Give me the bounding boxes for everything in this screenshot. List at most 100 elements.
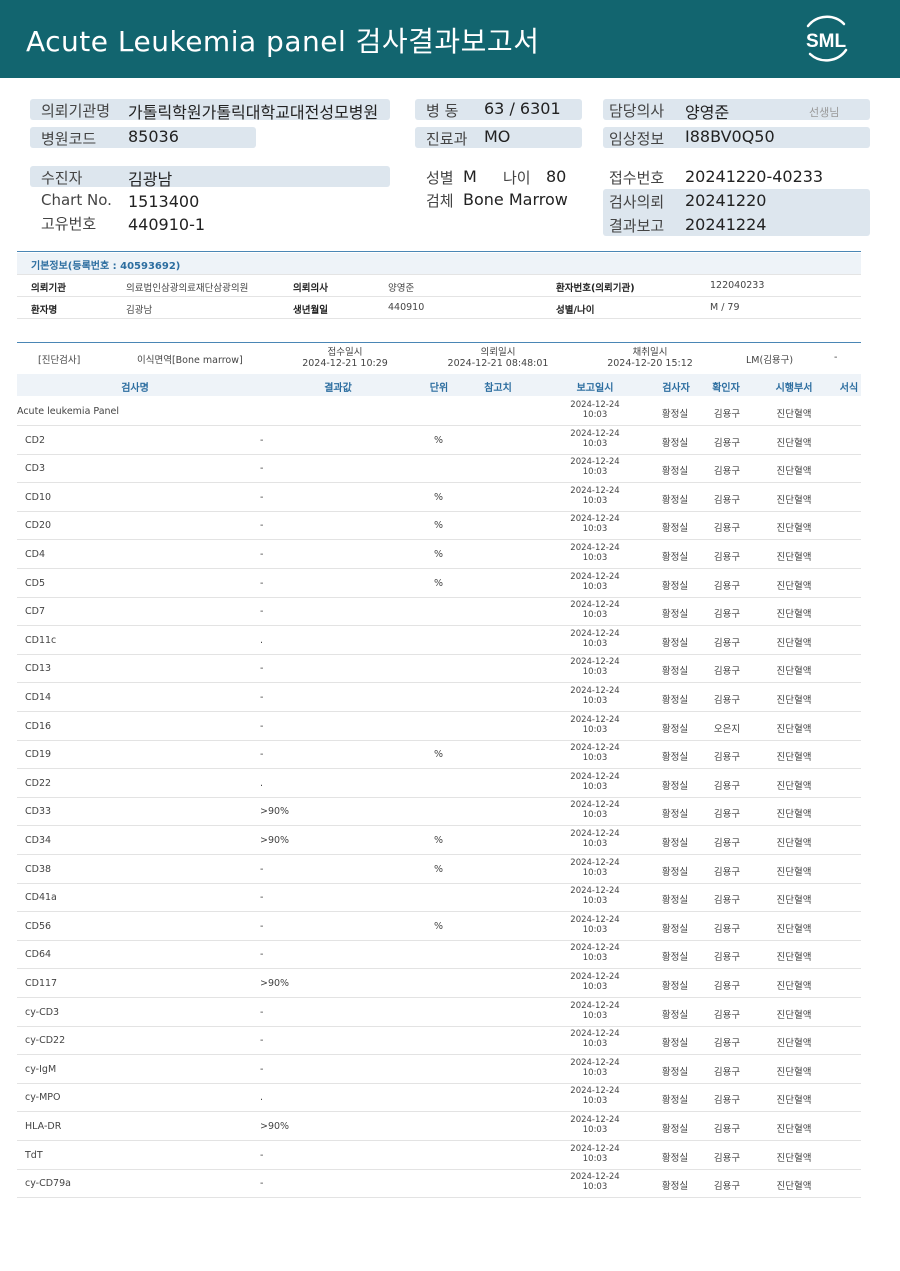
col-test: 검사명	[121, 383, 149, 394]
checker-name: 김용구	[713, 609, 741, 621]
result-value: -	[260, 520, 264, 532]
report-time: 10:03	[582, 638, 608, 649]
table-row: CD11c. 2024-12-24 10:03 황정실 김용구 진단혈액	[17, 626, 861, 655]
table-row: CD34 >90%% 2024-12-24 10:03 황정실 김용구 진단혈액	[17, 826, 861, 855]
checker-name: 김용구	[713, 809, 741, 821]
report-date: 2024-12-24	[570, 914, 620, 925]
col-format: 서식	[839, 383, 859, 394]
result-value: -	[260, 749, 264, 761]
report-time: 10:03	[582, 924, 608, 935]
report-date: 2024-12-24	[570, 400, 620, 410]
report-date: 2024-12-24	[570, 829, 620, 839]
report-date: 2024-12-24	[570, 1172, 620, 1183]
dept-label: 진료과	[426, 130, 468, 148]
result-value: -	[260, 949, 264, 961]
tester-name: 황정실	[661, 552, 689, 563]
report-time: 10:03	[582, 467, 608, 478]
patient-label: 수진자	[41, 169, 83, 187]
test-name: CD13	[25, 663, 52, 675]
diag-receipt: 접수일시 2024-12-21 10:29	[297, 347, 393, 369]
table-row: CD14 - 2024-12-24 10:03 황정실 김용구 진단혈액	[17, 683, 861, 712]
result-value: >90%	[260, 1121, 290, 1132]
result-value: -	[260, 606, 264, 618]
report-date: 2024-12-24	[570, 657, 620, 668]
report-time: 10:03	[582, 667, 608, 678]
table-row: CD10 -% 2024-12-24 10:03 황정실 김용구 진단혈액	[17, 483, 861, 512]
diag-request-dt: 2024-12-21 08:48:01	[447, 358, 549, 369]
report-datetime: 2024-12-24 10:03	[570, 657, 619, 677]
report-time: 10:03	[582, 753, 608, 764]
test-name: HLA-DR	[25, 1121, 62, 1132]
checker-name: 김용구	[713, 752, 741, 764]
test-name: cy-CD3	[25, 1006, 60, 1018]
test-name: CD56	[25, 920, 52, 932]
table-row: cy-CD3 - 2024-12-24 10:03 황정실 김용구 진단혈액	[17, 998, 861, 1027]
test-name: CD20	[25, 520, 52, 532]
report-title: Acute Leukemia panel 검사결과보고서	[26, 25, 540, 58]
report-date: 2024-12-24	[570, 771, 620, 782]
diag-request-label: 의뢰일시	[480, 347, 516, 358]
col-dept: 시행부서	[775, 383, 813, 394]
report-date: 2024-12-24	[570, 600, 620, 611]
table-row: CD41a - 2024-12-24 10:03 황정실 김용구 진단혈액	[17, 883, 861, 913]
request-label: 검사의뢰	[609, 193, 665, 211]
report-date: 2024-12-24	[570, 1029, 620, 1040]
ward-value: 63 / 6301	[484, 99, 561, 118]
table-row: cy-CD22 - 2024-12-24 10:03 황정실 김용구 진단혈액	[17, 1026, 861, 1056]
basic-dob-value: 440910	[388, 302, 425, 313]
report-datetime: 2024-12-24 10:03	[570, 715, 619, 735]
diag-request: 의뢰일시 2024-12-21 08:48:01	[443, 347, 553, 369]
test-name: CD41a	[25, 892, 57, 904]
unit-value: %	[434, 920, 444, 932]
table-row: CD33 >90% 2024-12-24 10:03 황정실 김용구 진단혈액	[17, 797, 861, 827]
dept-name: 진단혈액	[776, 409, 812, 420]
report-time: 10:03	[582, 410, 608, 420]
tester-name: 황정실	[661, 695, 689, 706]
hospital-code-label: 병원코드	[41, 130, 97, 148]
result-value: -	[260, 434, 264, 446]
dept-name: 진단혈액	[776, 437, 812, 449]
report-datetime: 2024-12-24 10:03	[570, 686, 619, 706]
receipt-label: 접수번호	[609, 169, 665, 187]
col-unit: 단위	[429, 383, 449, 394]
checker-name: 김용구	[713, 1038, 741, 1050]
result-value: >90%	[260, 806, 290, 818]
checker-name: 김용구	[713, 981, 741, 992]
report-datetime: 2024-12-24 10:03	[570, 915, 619, 935]
unit-value: %	[434, 577, 444, 589]
checker-name: 김용구	[713, 552, 741, 563]
unit-value: %	[434, 520, 444, 532]
report-date: 2024-12-24	[570, 1086, 620, 1097]
result-value: -	[260, 1035, 264, 1047]
report-time: 10:03	[582, 1067, 608, 1078]
report-datetime: 2024-12-24 10:03	[570, 1001, 619, 1021]
result-value: -	[260, 720, 264, 732]
dept-name: 진단혈액	[776, 895, 812, 907]
report-date: 2024-12-24	[570, 714, 620, 725]
diag-collect: 채취일시 2024-12-20 15:12	[602, 347, 698, 369]
basic-doc-label: 의뢰의사	[293, 283, 328, 294]
checker-name: 김용구	[713, 1066, 741, 1078]
table-row: TdT - 2024-12-24 10:03 황정실 김용구 진단혈액	[17, 1141, 861, 1170]
table-row: CD38 -% 2024-12-24 10:03 황정실 김용구 진단혈액	[17, 855, 861, 884]
basic-info-heading: 기본정보(등록번호 : 40593692)	[17, 253, 861, 274]
report-date: 2024-12-24	[570, 1143, 620, 1154]
result-value: .	[260, 777, 264, 789]
test-name: TdT	[25, 1149, 43, 1161]
dept-name: 진단혈액	[776, 866, 812, 878]
tester-name: 황정실	[661, 1066, 689, 1078]
tester-name: 황정실	[661, 437, 689, 449]
unit-value: %	[434, 434, 444, 446]
basic-sexage-label: 성별/나이	[556, 305, 595, 316]
result-value: >90%	[260, 978, 290, 989]
test-name: cy-IgM	[25, 1063, 57, 1075]
dept-name: 진단혈액	[776, 923, 812, 935]
test-name: CD2	[25, 434, 45, 446]
dept-name: 진단혈액	[776, 838, 812, 849]
dept-name: 진단혈액	[776, 981, 812, 992]
table-row: cy-IgM - 2024-12-24 10:03 황정실 김용구 진단혈액	[17, 1055, 861, 1084]
checker-name: 김용구	[713, 666, 741, 678]
report-time: 10:03	[582, 839, 608, 849]
report-date: 2024-12-24	[570, 543, 620, 553]
report-date: 2024-12-24	[570, 743, 620, 754]
